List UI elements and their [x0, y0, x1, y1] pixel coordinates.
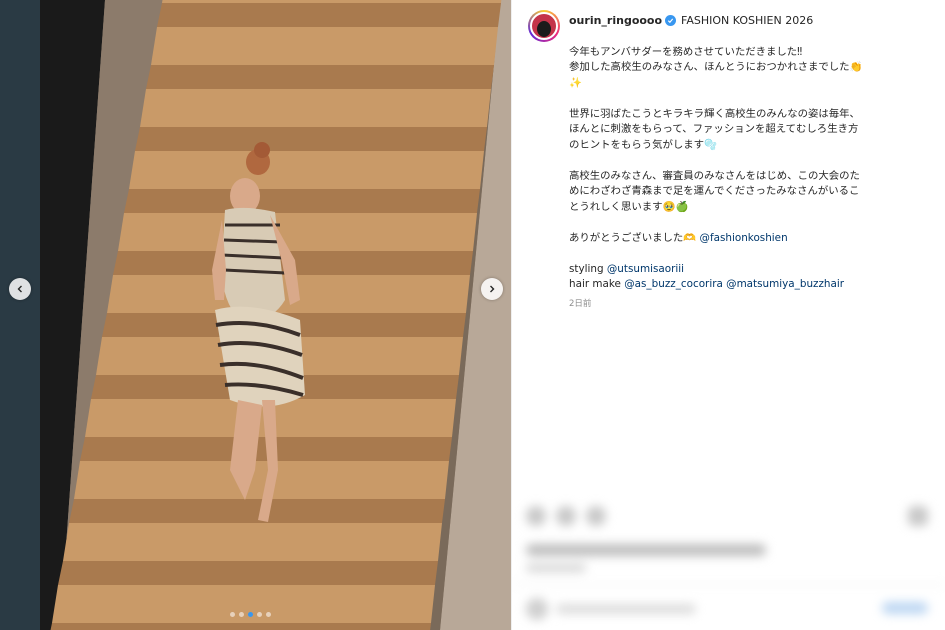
mention-as-buzz-cocorira[interactable]: @as_buzz_cocorira — [624, 278, 723, 290]
stair-tread — [63, 523, 442, 561]
avatar[interactable] — [528, 10, 560, 42]
carousel-dot — [230, 612, 235, 617]
caption-line: のヒントをもらう気がします🫧 — [569, 138, 718, 151]
carousel-dot — [266, 612, 271, 617]
hair-make-label: hair make — [569, 278, 621, 290]
previous-photo-button[interactable] — [9, 278, 31, 300]
thanks-text: ありがとうございました🫶 — [569, 231, 697, 244]
staircase-photo — [0, 0, 511, 630]
caption-line: ✨ — [569, 76, 582, 89]
stair-tread — [74, 461, 449, 499]
location-link[interactable]: FASHION KOSHIEN 2026 — [681, 13, 813, 29]
caption-line: とうれしく思います🥹🍏 — [569, 200, 689, 213]
stair-riser — [157, 3, 501, 27]
post-header — [528, 10, 560, 42]
carousel-dot — [248, 612, 253, 617]
stair-tread — [129, 151, 484, 189]
styling-label: styling — [569, 262, 604, 275]
instagram-post-window: ourin_ringoooo FASHION KOSHIEN 2026 今年もア… — [0, 0, 945, 630]
stair-riser — [69, 499, 445, 523]
stair-riser — [146, 65, 494, 89]
caption-credits: styling @utsumisaoriii hair make @as_buz… — [569, 262, 899, 293]
next-photo-button[interactable] — [481, 278, 503, 300]
chevron-right-icon — [490, 285, 495, 293]
carousel-dot — [257, 612, 262, 617]
carousel-dot — [239, 612, 244, 617]
mention-matsumiya-buzzhair[interactable]: @matsumiya_buzzhair — [726, 278, 844, 290]
caption-line: めにわざわざ青森まで足を運んでくださったみなさんがいるこ — [569, 185, 860, 197]
post-caption: ourin_ringoooo FASHION KOSHIEN 2026 今年もア… — [569, 13, 899, 312]
stair-riser — [50, 623, 431, 630]
post-photo[interactable] — [0, 0, 511, 630]
stair-tread — [151, 27, 498, 65]
carousel-indicator — [230, 612, 271, 617]
stair-tread — [52, 585, 435, 623]
caption-line: 高校生のみなさん、審査員のみなさんをはじめ、この大会のた — [569, 169, 860, 182]
mention-fashionkoshien[interactable]: @fashionkoshien — [700, 232, 788, 244]
stair-riser — [58, 561, 438, 585]
post-side-panel: ourin_ringoooo FASHION KOSHIEN 2026 今年もア… — [511, 0, 945, 630]
stair-riser — [135, 127, 487, 151]
blurred-actions-area — [512, 492, 945, 630]
stair-riser — [124, 189, 480, 213]
stair-tread — [118, 213, 477, 251]
caption-line: 参加した高校生のみなさん、ほんとうにおつかれさまでした👏 — [569, 61, 863, 73]
verified-badge-icon — [665, 15, 677, 27]
chevron-left-icon — [17, 285, 22, 293]
mention-utsumisaoriii[interactable]: @utsumisaoriii — [607, 263, 684, 275]
caption-paragraph-3: 高校生のみなさん、審査員のみなさんをはじめ、この大会のた めにわざわざ青森まで足… — [569, 169, 899, 216]
caption-paragraph-2: 世界に羽ばたこうとキラキラ輝く高校生のみんなの姿は毎年、 ほんとに刺激をもらって… — [569, 107, 899, 154]
stair-tread — [140, 89, 491, 127]
post-user-line: ourin_ringoooo FASHION KOSHIEN 2026 — [569, 13, 899, 29]
caption-paragraph-1: 今年もアンバサダーを務めさせていただきました‼︎ 参加した高校生のみなさん、ほん… — [569, 45, 899, 92]
caption-line: ほんとに刺激をもらって、ファッションを超えてむしろ生き方 — [569, 123, 859, 135]
caption-line: 世界に羽ばたこうとキラキラ輝く高校生のみんなの姿は毎年、 — [569, 107, 860, 120]
caption-line: 今年もアンバサダーを務めさせていただきました‼︎ — [569, 45, 803, 58]
stair-tread — [162, 0, 502, 3]
caption-thanks: ありがとうございました🫶 @fashionkoshien — [569, 231, 899, 247]
username-link[interactable]: ourin_ringoooo — [569, 13, 662, 29]
post-timestamp[interactable]: 2日前 — [569, 297, 899, 313]
